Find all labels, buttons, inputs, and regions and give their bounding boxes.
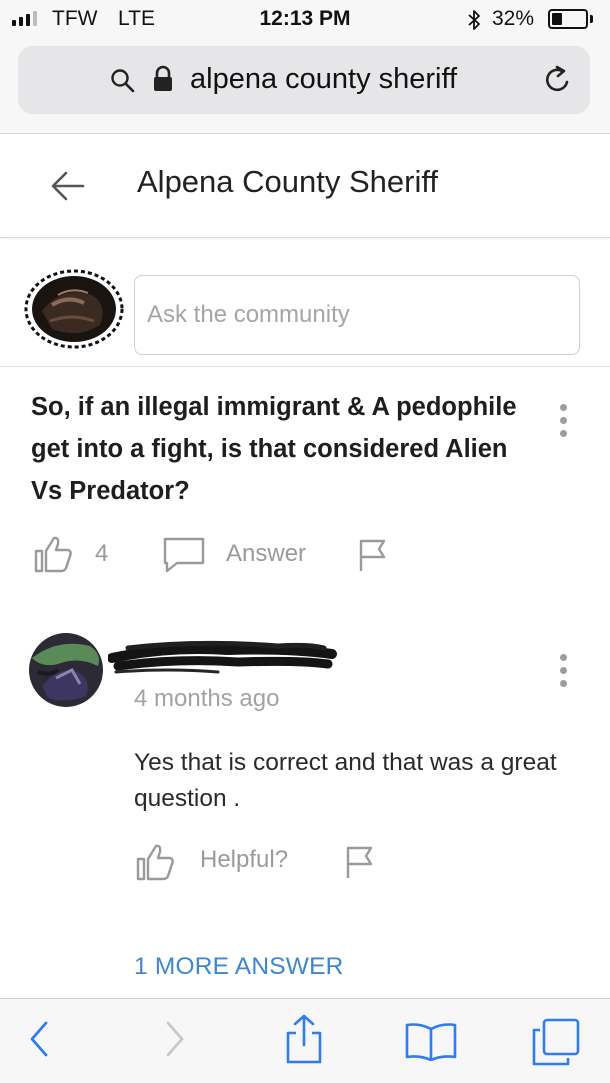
flag-icon[interactable] [358,538,388,572]
lock-icon [154,65,172,91]
back-arrow-icon[interactable] [50,170,86,202]
answer-flag-icon[interactable] [345,845,375,879]
like-count: 4 [95,540,109,567]
bookmarks-icon[interactable] [404,1021,458,1061]
more-answers-link[interactable]: 1 MORE ANSWER [134,953,344,981]
avatar[interactable] [22,265,126,351]
battery-level-fill [552,13,562,25]
tabs-icon[interactable] [530,1017,582,1067]
reload-icon[interactable] [542,64,574,96]
address-bar[interactable]: alpena county sheriff [18,46,590,114]
battery-nub [590,15,593,23]
search-icon [111,69,135,93]
answer-button[interactable]: Answer [226,540,306,568]
back-icon[interactable] [26,1017,56,1061]
answerer-avatar[interactable] [28,632,104,708]
helpful-button[interactable]: Helpful? [200,846,288,874]
answer-icon[interactable] [162,536,206,574]
battery-icon [548,9,588,29]
answer-timestamp: 4 months ago [134,685,280,712]
ask-community-input[interactable] [134,275,580,355]
forward-icon[interactable] [158,1017,188,1061]
browser-toolbar [0,998,610,1083]
answerer-name-redacted [108,640,337,674]
url-text: alpena county sheriff [190,63,458,95]
bluetooth-icon [468,10,480,30]
question-text: So, if an illegal immigrant & A pedophil… [31,393,517,505]
question-more-icon[interactable] [552,401,576,441]
page-title: Alpena County Sheriff [137,164,439,199]
answer-text: Yes that is correct and that was a great… [134,749,557,812]
share-icon[interactable] [282,1013,326,1065]
battery-percent: 32% [492,7,535,30]
like-icon[interactable] [33,535,73,573]
page-header: Alpena County Sheriff [0,134,610,238]
helpful-like-icon[interactable] [135,843,175,881]
status-bar: TFW LTE 12:13 PM 32% [0,0,610,40]
browser-chrome: alpena county sheriff [0,40,610,134]
ask-row [0,239,610,367]
answer-more-icon[interactable] [552,651,576,691]
